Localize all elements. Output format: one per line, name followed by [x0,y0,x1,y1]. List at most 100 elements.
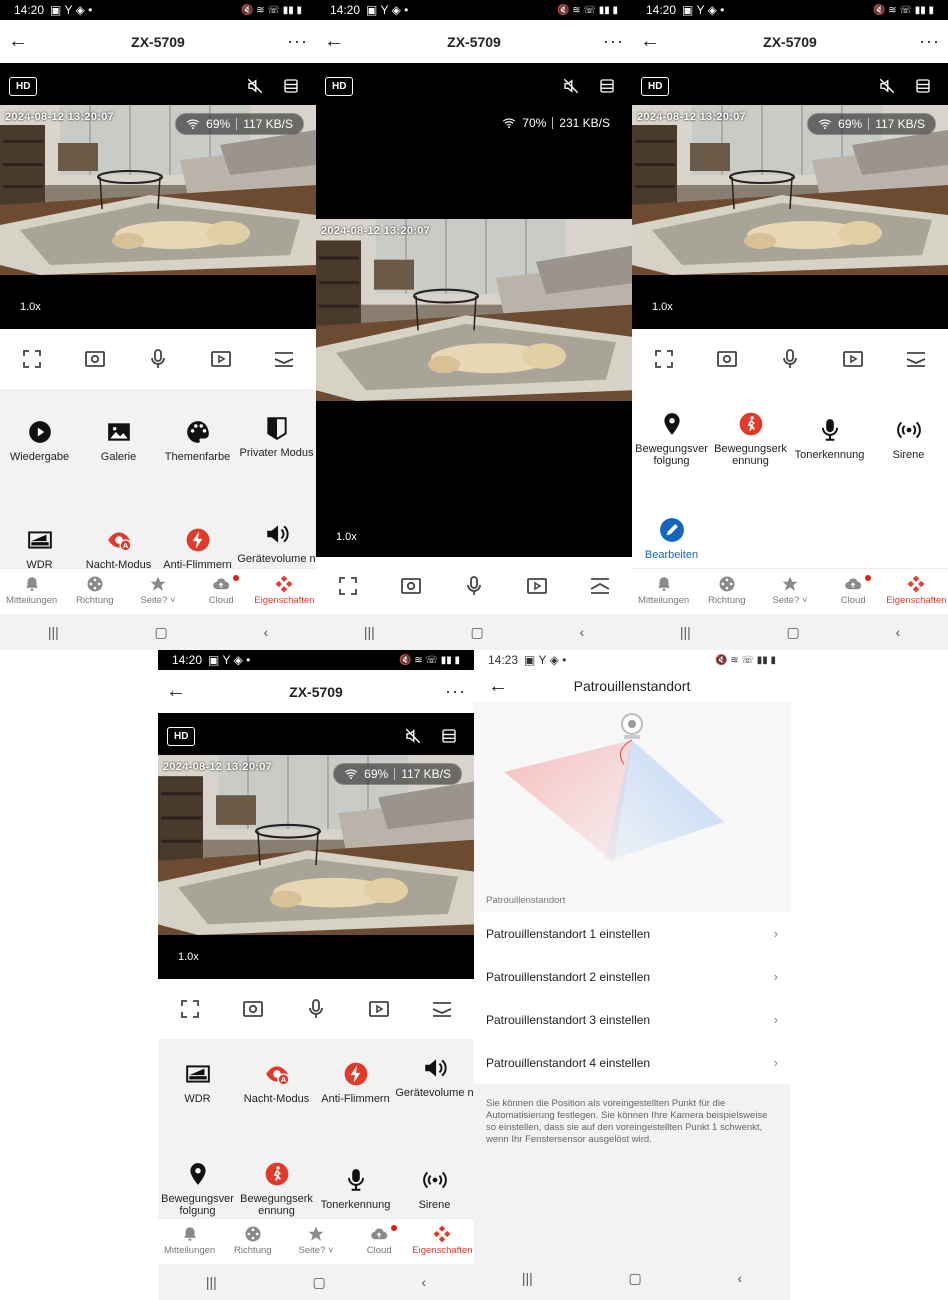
hd-quality-button[interactable]: HD [641,77,670,96]
tab-mitteilungen[interactable]: Mitteilungen [0,575,63,606]
recents-button[interactable]: ||| [206,1274,217,1290]
back-arrow-icon[interactable]: ← [8,30,36,53]
hd-quality-button[interactable]: HD [9,77,38,96]
tab-mitteilungen[interactable]: Mitteilungen [632,575,695,606]
back-arrow-icon[interactable]: ← [324,30,352,53]
feature-anti-flimmern[interactable]: Anti-Flimmern [158,527,237,568]
feature-wdr[interactable]: WDR [158,1061,237,1105]
feature-tonerkennung[interactable]: Tonerkennung [790,417,869,461]
video-player[interactable]: HD 2024-08-12 13:20:07 69% 117 KB/S 1.0x [0,63,316,329]
tab-richtung[interactable]: Richtung [63,575,126,606]
layout-icon[interactable] [440,727,458,745]
feature-bewegungserkennung[interactable]: Bewegungserk ennung [237,1161,316,1217]
feature-tonerkennung[interactable]: Tonerkennung [316,1167,395,1211]
record-icon[interactable] [841,347,865,371]
microphone-icon[interactable] [778,347,802,371]
patrol-row-1[interactable]: Patrouillenstandort 1 einstellen › [474,912,790,955]
recents-button[interactable]: ||| [680,624,691,640]
more-menu-icon[interactable]: ··· [919,31,940,52]
collapse-drawer-icon[interactable] [430,997,454,1021]
tab-eigenschaften[interactable]: Eigenschaften [253,575,316,606]
feature-sirene[interactable]: Sirene [395,1167,474,1211]
back-arrow-icon[interactable]: ← [488,675,516,698]
feature-bewegungsverfolgung[interactable]: Bewegungsver folgung [632,411,711,467]
patrol-row-2[interactable]: Patrouillenstandort 2 einstellen › [474,955,790,998]
back-arrow-icon[interactable]: ← [640,30,668,53]
feature-privater-modus[interactable]: Privater Modus [237,415,316,459]
more-menu-icon[interactable]: ··· [603,31,624,52]
collapse-drawer-icon[interactable] [904,347,928,371]
tab-mitteilungen[interactable]: Mitteilungen [158,1225,221,1256]
feature-galerie[interactable]: Galerie [79,419,158,463]
collapse-drawer-icon[interactable] [272,347,296,371]
feature-nacht-modus[interactable]: Nacht-Modus [79,527,158,568]
tab-cloud[interactable]: Cloud [822,575,885,606]
mute-icon[interactable] [404,727,422,745]
feature-anti-flimmern[interactable]: Anti-Flimmern [316,1061,395,1105]
record-icon[interactable] [367,997,391,1021]
feature-sirene[interactable]: Sirene [869,417,948,461]
hd-quality-button[interactable]: HD [167,727,196,746]
microphone-icon[interactable] [304,997,328,1021]
recents-button[interactable]: ||| [48,624,59,640]
back-button[interactable]: ‹ [579,624,584,640]
layout-icon[interactable] [598,77,616,95]
home-button[interactable]: ▢ [787,624,800,641]
video-player[interactable]: HD 70% 231 KB/S 2024-08-12 13:20:07 1.0x [316,63,632,557]
feature-wdr[interactable]: WDR [0,527,79,568]
tab-eigenschaften[interactable]: Eigenschaften [411,1225,474,1256]
patrol-row-3[interactable]: Patrouillenstandort 3 einstellen › [474,998,790,1041]
screenshot-icon[interactable] [241,997,265,1021]
fullscreen-icon[interactable] [20,347,44,371]
record-icon[interactable] [209,347,233,371]
hd-quality-button[interactable]: HD [325,77,354,96]
feature-bewegungserkennung[interactable]: Bewegungserk ennung [711,411,790,467]
fullscreen-icon[interactable] [178,997,202,1021]
home-button[interactable]: ▢ [313,1274,326,1291]
fullscreen-icon[interactable] [652,347,676,371]
tab-seite[interactable]: Seite? ˅ [758,575,821,606]
video-player[interactable]: HD 2024-08-12 13:20:07 69% 117 KB/S 1.0x [632,63,948,329]
feature-nacht-modus[interactable]: Nacht-Modus [237,1061,316,1105]
screenshot-icon[interactable] [399,574,423,598]
mute-icon[interactable] [246,77,264,95]
layout-icon[interactable] [914,77,932,95]
more-menu-icon[interactable]: ··· [445,681,466,702]
tab-richtung[interactable]: Richtung [221,1225,284,1256]
back-button[interactable]: ‹ [737,1270,742,1286]
feature-geraetevolumen[interactable]: Gerätevolume n [395,1055,474,1099]
recents-button[interactable]: ||| [522,1270,533,1286]
expand-drawer-icon[interactable] [588,574,612,598]
tab-cloud[interactable]: Cloud [190,575,253,606]
edit-button[interactable]: Bearbeiten [632,517,711,561]
tab-seite[interactable]: Seite? ˅ [284,1225,347,1256]
tab-eigenschaften[interactable]: Eigenschaften [885,575,948,606]
home-button[interactable]: ▢ [155,624,168,641]
microphone-icon[interactable] [462,574,486,598]
mute-icon[interactable] [562,77,580,95]
back-button[interactable]: ‹ [263,624,268,640]
feature-themenfarbe[interactable]: Themenfarbe [158,419,237,463]
back-button[interactable]: ‹ [895,624,900,640]
patrol-row-4[interactable]: Patrouillenstandort 4 einstellen › [474,1041,790,1084]
home-button[interactable]: ▢ [471,624,484,641]
screenshot-icon[interactable] [715,347,739,371]
more-menu-icon[interactable]: ··· [287,31,308,52]
tab-seite[interactable]: Seite? ˅ [126,575,189,606]
feature-wiedergabe[interactable]: Wiedergabe [0,419,79,463]
tab-cloud[interactable]: Cloud [348,1225,411,1256]
screenshot-icon[interactable] [83,347,107,371]
feature-bewegungsverfolgung[interactable]: Bewegungsver folgung [158,1161,237,1217]
back-button[interactable]: ‹ [421,1274,426,1290]
home-button[interactable]: ▢ [629,1270,642,1287]
feature-geraetevolumen[interactable]: Gerätevolume n [237,521,316,565]
recents-button[interactable]: ||| [364,624,375,640]
record-icon[interactable] [525,574,549,598]
microphone-icon[interactable] [146,347,170,371]
tab-richtung[interactable]: Richtung [695,575,758,606]
mute-icon[interactable] [878,77,896,95]
video-player[interactable]: HD 2024-08-12 13:20:07 69% 117 KB/S 1.0x [158,713,474,979]
back-arrow-icon[interactable]: ← [166,680,194,703]
fullscreen-icon[interactable] [336,574,360,598]
layout-icon[interactable] [282,77,300,95]
